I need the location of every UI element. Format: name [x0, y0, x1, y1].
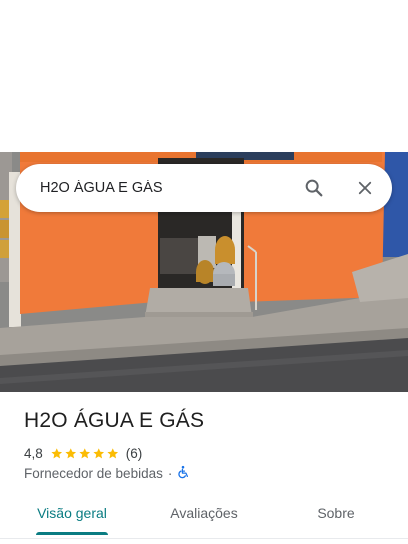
place-tabs: Visão geral Avaliações Sobre	[0, 494, 408, 539]
rating-row[interactable]: 4,8 (6)	[24, 444, 142, 462]
search-icon[interactable]	[302, 176, 326, 200]
active-tab-indicator	[36, 532, 108, 535]
star-icon	[93, 447, 104, 458]
star-icon	[79, 447, 90, 458]
star-icon	[51, 447, 62, 458]
tab-reviews[interactable]: Avaliações	[158, 494, 250, 536]
category-row: Fornecedor de bebidas ·	[24, 464, 190, 482]
rating-value: 4,8	[24, 445, 43, 461]
review-count[interactable]: (6)	[126, 446, 143, 461]
tab-about[interactable]: Sobre	[300, 494, 372, 536]
wheelchair-icon	[176, 465, 190, 482]
star-icon	[65, 447, 76, 458]
search-input[interactable]	[40, 168, 280, 208]
search-bar	[16, 164, 392, 212]
close-icon[interactable]	[353, 176, 377, 200]
rating-stars	[50, 447, 120, 460]
place-title: H2O ÁGUA E GÁS	[24, 409, 205, 432]
place-category: Fornecedor de bebidas	[24, 465, 163, 481]
star-icon	[107, 447, 118, 458]
separator-dot: ·	[167, 465, 173, 481]
tab-overview[interactable]: Visão geral	[32, 494, 112, 536]
